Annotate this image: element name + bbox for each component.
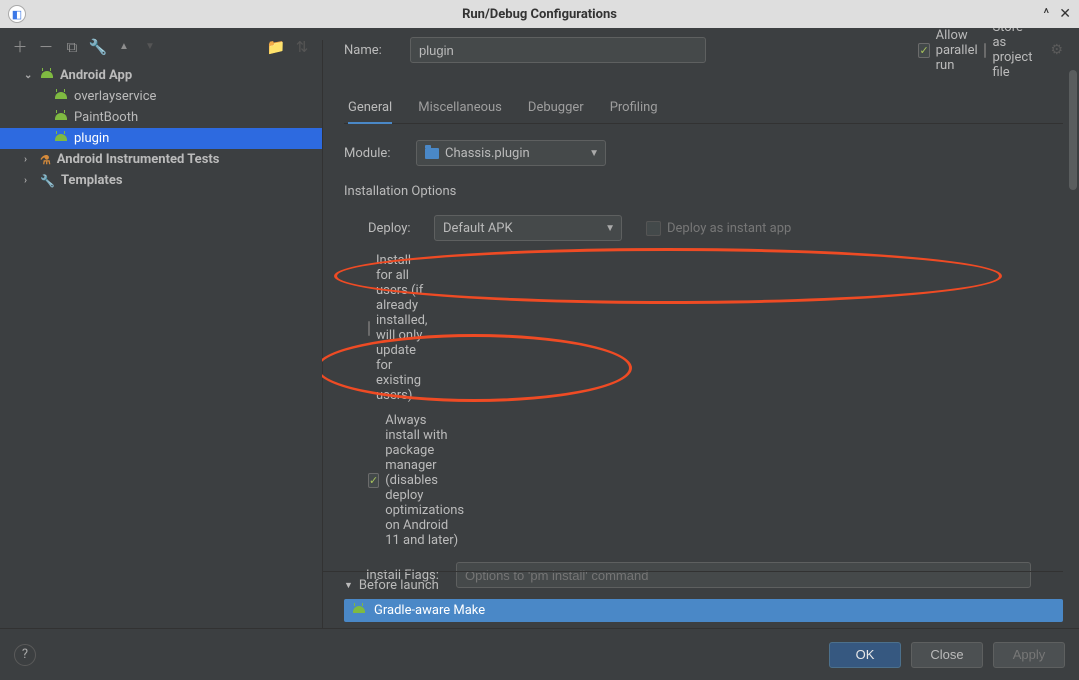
flask-icon: ⚗: [40, 153, 51, 167]
before-launch-panel: ▼ Before launch Gradle-aware Make: [322, 571, 1063, 628]
tree-templates[interactable]: › 🔧 Templates: [0, 170, 322, 191]
module-select[interactable]: Chassis.plugin ▼: [416, 140, 606, 166]
chevron-down-icon: ▼: [344, 580, 353, 591]
config-toolbar: ＋ － ⧉ 🔧 ▲ ▼ 📁 ⇅: [0, 28, 322, 61]
tree-android-app[interactable]: ⌄ Android App: [0, 65, 322, 86]
tree-instrumented[interactable]: › ⚗ Android Instrumented Tests: [0, 149, 322, 170]
ok-button[interactable]: OK: [829, 642, 901, 668]
module-icon: [425, 148, 439, 159]
install-all-row: Install for all users (if already instal…: [368, 253, 1063, 403]
window-close-icon[interactable]: ✕: [1059, 6, 1071, 22]
before-launch-expander[interactable]: ▼ Before launch: [322, 572, 1063, 599]
wrench-icon[interactable]: 🔧: [90, 38, 106, 56]
name-label: Name:: [344, 43, 392, 58]
down-icon[interactable]: ▼: [142, 41, 158, 52]
tree-item-plugin[interactable]: plugin: [0, 128, 322, 149]
android-icon: [54, 113, 68, 123]
name-input[interactable]: [410, 37, 706, 63]
checkbox-icon: [984, 43, 986, 58]
chevron-right-icon: ›: [24, 154, 34, 165]
app-icon: ◧: [8, 5, 26, 23]
before-launch-label: Gradle-aware Make: [374, 603, 485, 618]
module-row: Module: Chassis.plugin ▼: [344, 140, 1063, 166]
up-icon[interactable]: ▲: [116, 41, 132, 52]
apply-button[interactable]: Apply: [993, 642, 1065, 668]
before-launch-item[interactable]: Gradle-aware Make: [344, 599, 1063, 622]
add-icon[interactable]: ＋: [12, 36, 28, 57]
deploy-select[interactable]: Default APK ▼: [434, 215, 622, 241]
installation-options-title: Installation Options: [344, 184, 1063, 199]
android-icon: [54, 134, 68, 144]
store-as-file-checkbox[interactable]: Store as project file: [984, 28, 1032, 80]
window-controls: ^ ✕: [1043, 6, 1071, 22]
tree-item-overlayservice[interactable]: overlayservice: [0, 86, 322, 107]
checkbox-label: Deploy as instant app: [667, 221, 791, 236]
android-icon: [352, 606, 366, 616]
chevron-down-icon: ▼: [589, 148, 599, 159]
checkbox-label: Install for all users (if already instal…: [376, 253, 427, 403]
tree-label: Android App: [60, 68, 132, 83]
android-icon: [40, 71, 54, 81]
help-button[interactable]: ?: [14, 644, 36, 666]
copy-icon[interactable]: ⧉: [64, 38, 80, 56]
config-tabs: General Miscellaneous Debugger Profiling: [344, 94, 1063, 124]
tree-label: Templates: [61, 173, 123, 188]
module-label: Module:: [344, 146, 402, 161]
android-icon: [54, 92, 68, 102]
tree-label: plugin: [74, 131, 109, 146]
chevron-down-icon: ⌄: [24, 70, 34, 81]
deploy-value: Default APK: [443, 221, 513, 236]
allow-parallel-checkbox[interactable]: Allow parallel run: [918, 28, 966, 73]
name-row: Name: Allow parallel run Store as projec…: [344, 28, 1063, 72]
tree-label: PaintBooth: [74, 110, 138, 125]
main-body: ＋ － ⧉ 🔧 ▲ ▼ 📁 ⇅ ⌄ Android App overlayser…: [0, 28, 1079, 628]
checkbox-label: Allow parallel run: [936, 28, 978, 73]
deploy-label: Deploy:: [368, 221, 420, 236]
tree-label: overlayservice: [74, 89, 156, 104]
config-tree: ⌄ Android App overlayservice PaintBooth …: [0, 61, 322, 195]
chevron-right-icon: ›: [24, 175, 34, 186]
window-minimize-icon[interactable]: ^: [1043, 6, 1049, 22]
deploy-row: Deploy: Default APK ▼ Deploy as instant …: [368, 215, 1063, 241]
sort-icon[interactable]: ⇅: [294, 38, 310, 56]
checkbox-icon: [368, 321, 370, 336]
deploy-instant-app-checkbox[interactable]: Deploy as instant app: [646, 221, 791, 236]
install-all-users-checkbox[interactable]: Install for all users (if already instal…: [368, 253, 426, 403]
checkbox-icon: [646, 221, 661, 236]
module-value: Chassis.plugin: [445, 146, 530, 161]
left-panel: ＋ － ⧉ 🔧 ▲ ▼ 📁 ⇅ ⌄ Android App overlayser…: [0, 28, 322, 628]
always-package-manager-checkbox[interactable]: Always install with package manager (dis…: [368, 413, 426, 548]
right-panel: Name: Allow parallel run Store as projec…: [322, 28, 1079, 628]
close-button[interactable]: Close: [911, 642, 983, 668]
tab-general[interactable]: General: [348, 94, 392, 123]
wrench-icon: 🔧: [40, 174, 55, 188]
titlebar: ◧ Run/Debug Configurations ^ ✕: [0, 0, 1079, 28]
gear-icon[interactable]: ⚙: [1050, 42, 1063, 58]
scrollbar[interactable]: [1069, 70, 1077, 190]
tree-item-paintbooth[interactable]: PaintBooth: [0, 107, 322, 128]
before-launch-title: Before launch: [359, 578, 439, 593]
footer: ? OK Close Apply: [0, 628, 1079, 680]
tab-profiling[interactable]: Profiling: [610, 94, 658, 123]
folder-icon[interactable]: 📁: [268, 38, 284, 56]
tab-miscellaneous[interactable]: Miscellaneous: [418, 94, 502, 123]
checkbox-label: Always install with package manager (dis…: [385, 413, 464, 548]
checkbox-label: Store as project file: [992, 28, 1032, 80]
remove-icon[interactable]: －: [38, 36, 54, 57]
window-title: Run/Debug Configurations: [462, 7, 617, 22]
tree-label: Android Instrumented Tests: [57, 152, 220, 167]
chevron-down-icon: ▼: [605, 223, 615, 234]
checkbox-icon: [368, 473, 379, 488]
checkbox-icon: [918, 43, 929, 58]
always-pkg-row: Always install with package manager (dis…: [368, 413, 1063, 548]
tab-debugger[interactable]: Debugger: [528, 94, 584, 123]
